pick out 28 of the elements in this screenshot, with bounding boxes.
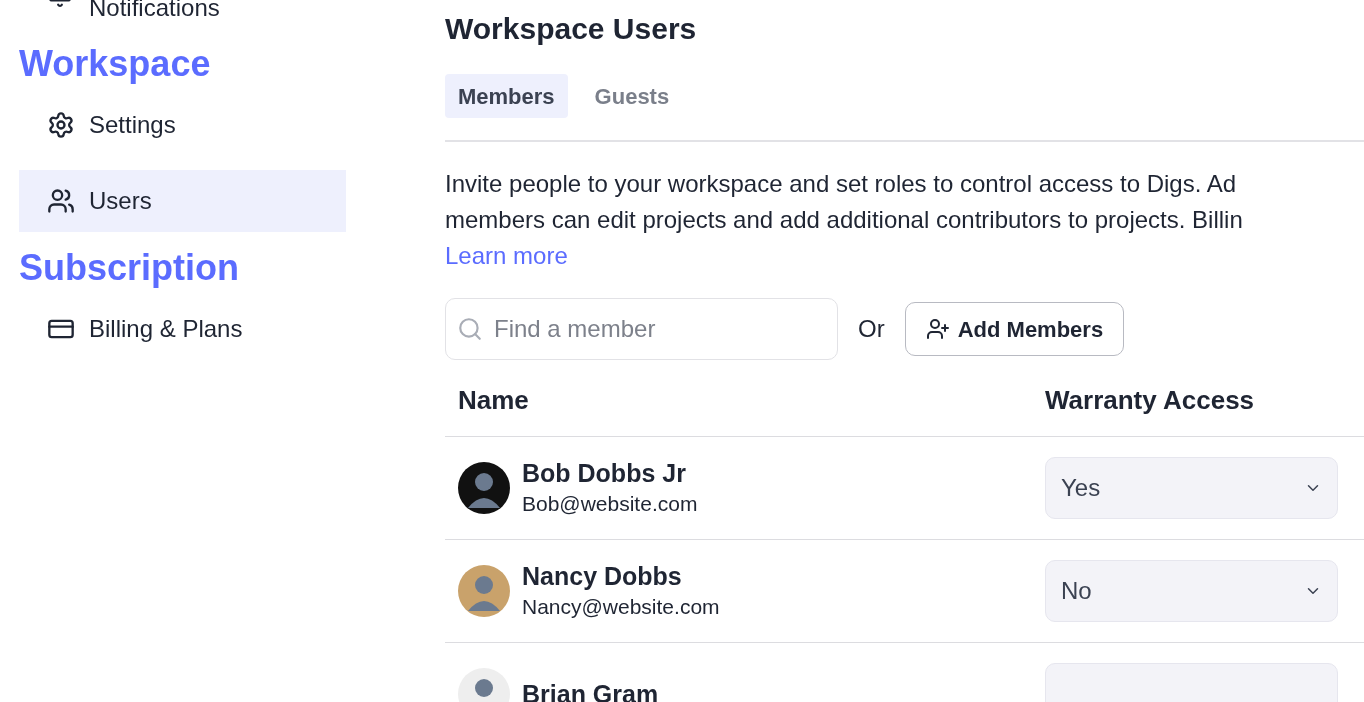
- access-select[interactable]: Yes: [1045, 457, 1338, 519]
- user-plus-icon: [925, 317, 950, 341]
- add-members-button[interactable]: Add Members: [904, 302, 1125, 356]
- user-email: Bob@website.com: [522, 491, 698, 517]
- column-header: Warranty Access: [1045, 383, 1255, 417]
- learn-more-link[interactable]: Learn more: [445, 242, 568, 269]
- column-header: Name: [457, 383, 530, 417]
- section-heading: Workspace: [19, 42, 212, 86]
- section-heading: Subscription: [19, 246, 240, 290]
- page-title: Workspace Users: [445, 11, 698, 47]
- access-select[interactable]: No: [1045, 560, 1338, 622]
- user-name: Nancy Dobbs: [522, 561, 683, 592]
- intro-text: members can edit projects and add additional contributors to projects. Billin: [445, 205, 1244, 235]
- users-icon: [47, 187, 75, 215]
- search-field[interactable]: Find a member: [445, 298, 838, 360]
- tab[interactable]: Guests: [581, 74, 683, 118]
- tab[interactable]: Members: [445, 74, 568, 118]
- or-label: Or: [858, 314, 885, 344]
- avatar: [458, 462, 510, 514]
- settings-icon: [47, 111, 75, 139]
- user-email: Nancy@website.com: [522, 594, 720, 620]
- sidebar-item[interactable]: Settings: [19, 94, 346, 156]
- avatar: [458, 565, 510, 617]
- sidebar-item[interactable]: Billing & Plans: [19, 298, 346, 360]
- sidebar-item[interactable]: Users: [19, 170, 346, 232]
- intro-text: Invite people to your workspace and set roles to control access to Digs. Ad: [445, 169, 1238, 199]
- search-icon: [457, 316, 483, 342]
- user-name: Bob Dobbs Jr: [522, 458, 687, 489]
